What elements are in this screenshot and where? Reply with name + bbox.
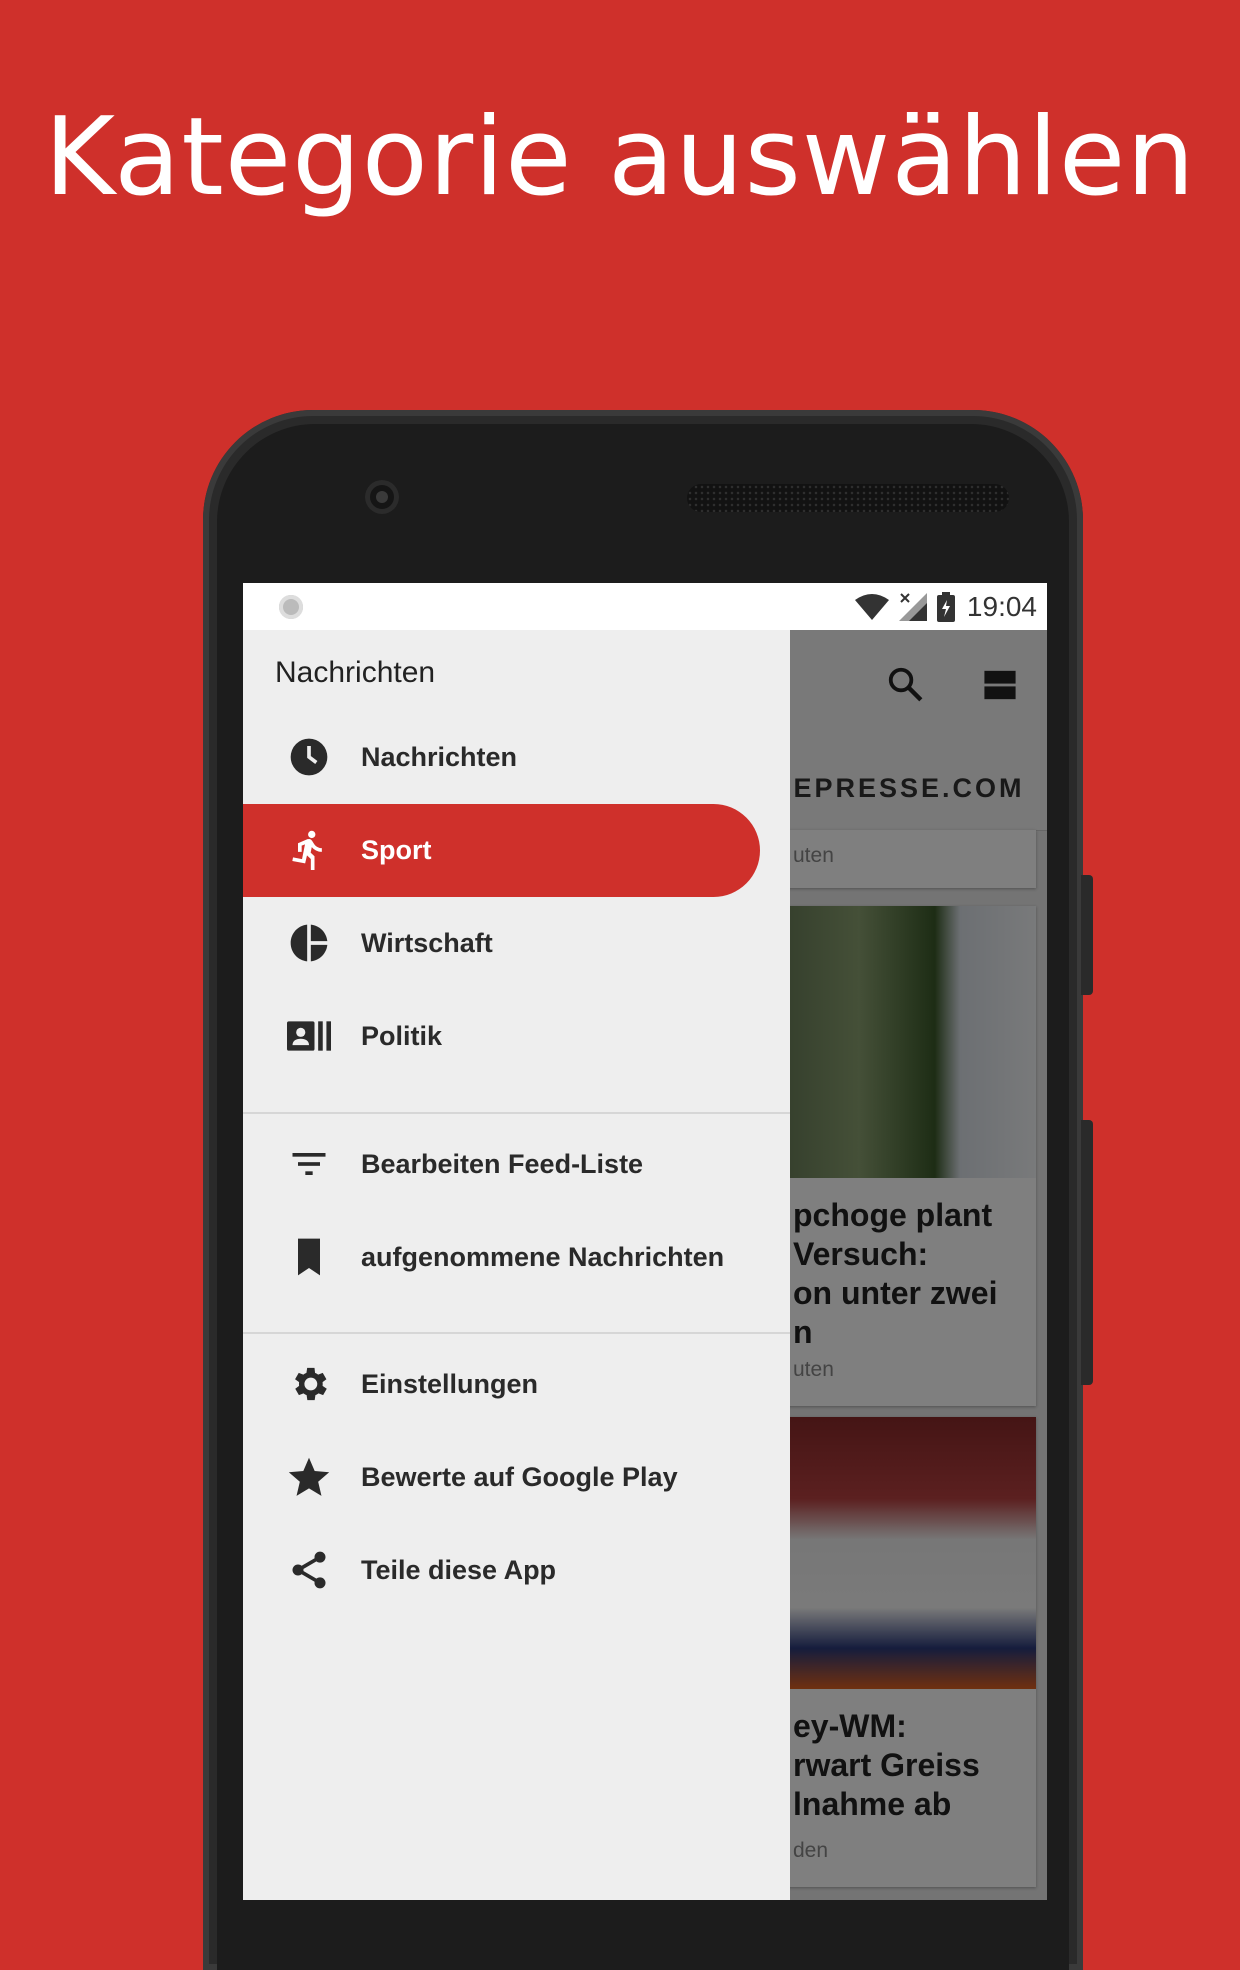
status-bar: 19:04 bbox=[243, 583, 1047, 630]
drawer-divider bbox=[243, 1112, 790, 1114]
battery-icon bbox=[937, 592, 955, 622]
running-icon bbox=[292, 830, 322, 870]
drawer-item-share-app[interactable]: Teile diese App bbox=[243, 1524, 760, 1617]
pie-chart-icon bbox=[290, 924, 328, 962]
contact-card-icon bbox=[287, 1021, 331, 1051]
phone-screen: 19:04 IEPRESSE.COM uten pchoge plant Ver… bbox=[243, 583, 1047, 1900]
drawer-item-label: aufgenommene Nachrichten bbox=[361, 1242, 725, 1272]
drawer-item-saved-news[interactable]: aufgenommene Nachrichten bbox=[243, 1211, 760, 1304]
drawer-item-nachrichten[interactable]: Nachrichten bbox=[243, 711, 760, 804]
drawer-item-label: Nachrichten bbox=[361, 742, 518, 772]
status-icons bbox=[855, 592, 955, 622]
filter-icon bbox=[292, 1153, 326, 1175]
drawer-item-label: Politik bbox=[361, 1021, 443, 1051]
drawer-item-edit-feeds[interactable]: Bearbeiten Feed-Liste bbox=[243, 1118, 760, 1211]
wifi-icon bbox=[855, 594, 889, 620]
drawer-title: Nachrichten bbox=[275, 656, 436, 689]
earpiece-speaker bbox=[687, 484, 1009, 512]
front-camera bbox=[365, 480, 399, 514]
drawer-item-settings[interactable]: Einstellungen bbox=[243, 1338, 760, 1431]
drawer-item-label: Sport bbox=[361, 835, 432, 865]
drawer-item-wirtschaft[interactable]: Wirtschaft bbox=[243, 897, 760, 990]
navigation-drawer: Nachrichten Nachrichten Sport Wirtschaft… bbox=[243, 630, 790, 1900]
status-time: 19:04 bbox=[966, 591, 1037, 622]
bookmark-icon bbox=[298, 1238, 320, 1276]
share-icon bbox=[292, 1551, 326, 1589]
drawer-item-sport[interactable]: Sport bbox=[243, 804, 760, 897]
star-icon bbox=[288, 1457, 330, 1496]
drawer-item-politik[interactable]: Politik bbox=[243, 990, 760, 1083]
page-headline: Kategorie auswählen bbox=[44, 95, 1196, 220]
volume-button bbox=[1081, 875, 1093, 995]
cell-signal-icon bbox=[899, 593, 927, 621]
drawer-item-label: Teile diese App bbox=[361, 1555, 557, 1585]
drawer-item-label: Wirtschaft bbox=[361, 928, 493, 958]
drawer-item-label: Einstellungen bbox=[361, 1369, 539, 1399]
drawer-item-label: Bearbeiten Feed-Liste bbox=[361, 1149, 644, 1179]
notification-icon bbox=[279, 595, 303, 619]
drawer-item-label: Bewerte auf Google Play bbox=[361, 1462, 678, 1492]
power-button bbox=[1081, 1120, 1093, 1385]
drawer-divider bbox=[243, 1332, 790, 1334]
drawer-item-rate-app[interactable]: Bewerte auf Google Play bbox=[243, 1431, 760, 1524]
gear-icon bbox=[295, 1367, 327, 1401]
clock-icon bbox=[290, 738, 328, 776]
